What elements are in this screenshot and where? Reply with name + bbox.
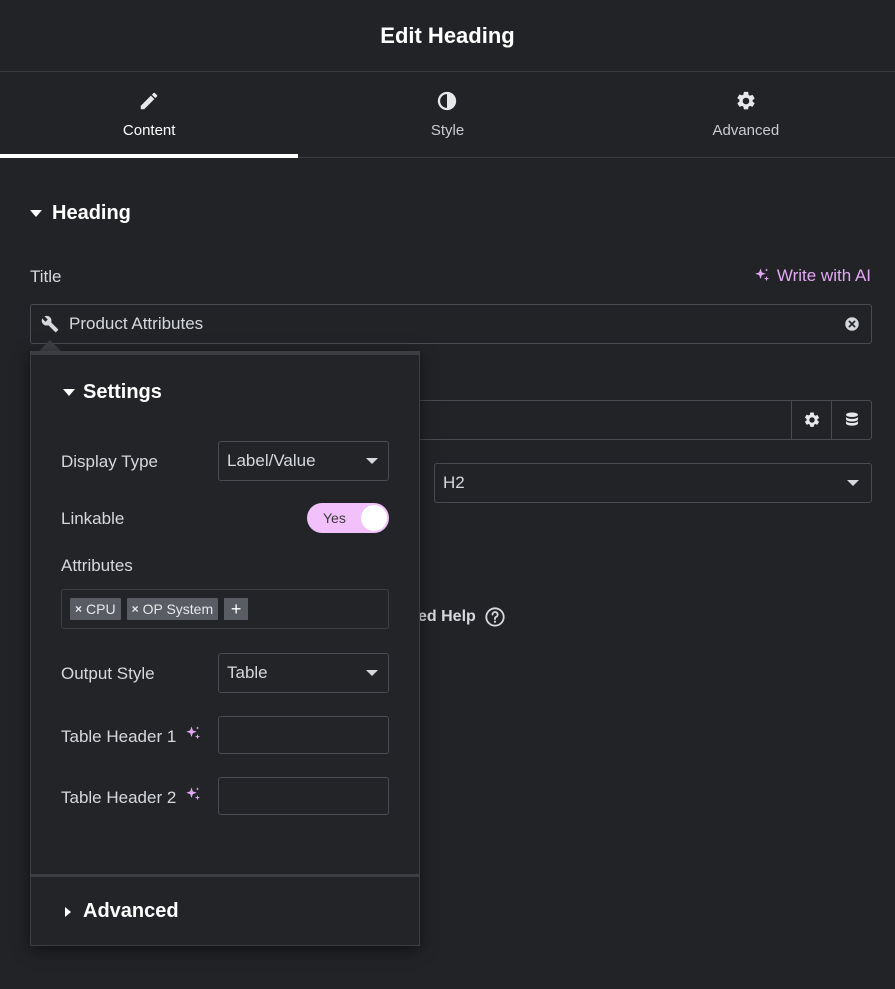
add-tag-button[interactable]: + bbox=[224, 598, 249, 620]
output-style-select[interactable]: Table bbox=[218, 653, 389, 693]
attributes-label: Attributes bbox=[61, 556, 133, 575]
caret-down-icon bbox=[63, 389, 75, 396]
tab-advanced[interactable]: Advanced bbox=[597, 72, 895, 157]
title-input[interactable]: Product Attributes bbox=[30, 304, 872, 344]
tab-content-label: Content bbox=[122, 122, 176, 139]
panel-title: Edit Heading bbox=[380, 22, 515, 48]
display-type-select[interactable]: Label/Value bbox=[218, 441, 389, 481]
tab-style-label: Style bbox=[430, 122, 465, 139]
settings-title: Settings bbox=[83, 381, 162, 403]
question-icon bbox=[485, 607, 505, 627]
tab-style[interactable]: Style bbox=[298, 72, 596, 157]
table-header-1-input[interactable] bbox=[218, 716, 389, 754]
write-with-ai-label: Write with AI bbox=[776, 266, 871, 285]
chevron-down-icon bbox=[847, 480, 859, 486]
html-tag-select[interactable]: H2 bbox=[434, 463, 872, 503]
help-link[interactable]: ed Help bbox=[418, 606, 506, 628]
link-settings-button[interactable] bbox=[791, 401, 831, 439]
heading-section-toggle[interactable]: Heading bbox=[30, 202, 131, 225]
display-type-label: Display Type bbox=[61, 452, 159, 471]
linkable-toggle[interactable]: Yes bbox=[307, 503, 389, 533]
output-style-label: Output Style bbox=[61, 664, 155, 683]
output-style-value: Table bbox=[227, 663, 268, 682]
caret-down-icon bbox=[30, 210, 42, 217]
linkable-toggle-text: Yes bbox=[323, 510, 346, 526]
gear-icon bbox=[737, 91, 755, 110]
link-input[interactable] bbox=[418, 400, 872, 440]
html-tag-value: H2 bbox=[443, 473, 465, 492]
section-title: Heading bbox=[52, 202, 131, 224]
chevron-down-icon bbox=[366, 670, 378, 676]
settings-popup: Settings Display Type Label/Value Linkab… bbox=[30, 351, 420, 946]
wrench-icon[interactable] bbox=[41, 315, 59, 333]
attribute-tag: × OP System bbox=[126, 598, 219, 620]
attribute-tag-label: OP System bbox=[142, 601, 214, 617]
attribute-tag-label: CPU bbox=[86, 601, 116, 617]
toggle-knob bbox=[361, 505, 387, 531]
tab-advanced-label: Advanced bbox=[712, 122, 780, 139]
table-header-1-label: Table Header 1 bbox=[61, 726, 177, 746]
gear-icon bbox=[804, 412, 819, 427]
remove-tag-icon[interactable]: × bbox=[132, 602, 139, 616]
clear-icon[interactable] bbox=[843, 315, 861, 333]
title-input-value: Product Attributes bbox=[69, 314, 204, 333]
table-header-1-row: Table Header 1 bbox=[61, 725, 202, 748]
advanced-title: Advanced bbox=[83, 900, 179, 922]
panel-header: Edit Heading bbox=[0, 0, 895, 72]
half-circle-icon bbox=[438, 91, 457, 111]
linkable-label: Linkable bbox=[61, 509, 125, 528]
help-label: ed Help bbox=[418, 608, 476, 625]
table-header-2-input[interactable] bbox=[218, 777, 389, 815]
pencil-icon bbox=[140, 92, 158, 110]
display-type-value: Label/Value bbox=[227, 451, 316, 470]
table-header-2-row: Table Header 2 bbox=[61, 786, 202, 809]
database-icon bbox=[845, 412, 858, 426]
sparkle-icon[interactable] bbox=[184, 786, 202, 809]
sparkle-icon[interactable] bbox=[184, 725, 202, 748]
tab-content[interactable]: Content bbox=[0, 72, 299, 158]
table-header-2-label: Table Header 2 bbox=[61, 787, 177, 807]
settings-section-toggle[interactable]: Settings bbox=[63, 381, 162, 404]
caret-right-icon bbox=[65, 906, 71, 917]
divider bbox=[31, 874, 419, 877]
remove-tag-icon[interactable]: × bbox=[75, 602, 82, 616]
chevron-down-icon bbox=[366, 458, 378, 464]
write-with-ai-link[interactable]: Write with AI bbox=[753, 266, 871, 286]
advanced-section-toggle[interactable]: Advanced bbox=[65, 900, 179, 923]
attribute-tag: × CPU bbox=[70, 598, 121, 620]
tab-bar: Content Style Advanced bbox=[0, 72, 895, 158]
attributes-tag-input[interactable]: × CPU × OP System + bbox=[61, 589, 389, 629]
title-label: Title bbox=[30, 267, 62, 286]
dynamic-tags-button[interactable] bbox=[831, 401, 871, 439]
sparkle-icon bbox=[755, 268, 769, 282]
